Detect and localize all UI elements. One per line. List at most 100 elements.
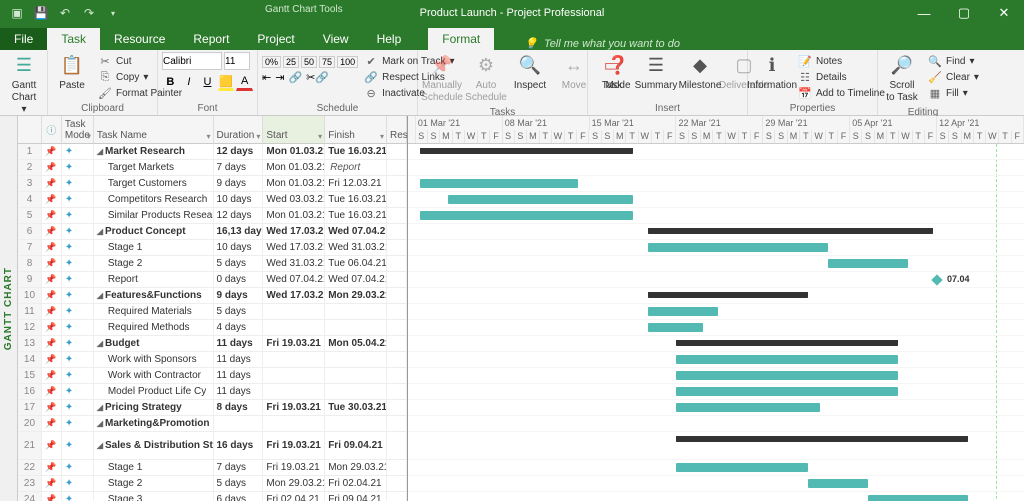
- summary-button[interactable]: ☰Summary: [636, 52, 676, 94]
- table-row[interactable]: 16📌✦Model Product Life Cy11 days: [18, 384, 407, 400]
- auto-schedule-button[interactable]: ⚙AutoSchedule: [466, 52, 506, 106]
- col-duration[interactable]: Duration: [214, 116, 264, 144]
- task-bar[interactable]: [808, 479, 868, 488]
- timeline-body[interactable]: 07.0412.04: [408, 144, 1024, 501]
- gantt-row[interactable]: [408, 320, 1024, 336]
- pct75-button[interactable]: 75: [319, 56, 335, 68]
- pct50-button[interactable]: 50: [301, 56, 317, 68]
- find-button[interactable]: 🔍Find ▾: [926, 54, 981, 69]
- clear-button[interactable]: 🧹Clear ▾: [926, 70, 981, 85]
- pct0-button[interactable]: 0%: [262, 56, 281, 68]
- gantt-row[interactable]: [408, 460, 1024, 476]
- table-row[interactable]: 23📌✦Stage 25 daysMon 29.03.21Fri 02.04.2…: [18, 476, 407, 492]
- pct100-button[interactable]: 100: [337, 56, 358, 68]
- pct25-button[interactable]: 25: [283, 56, 299, 68]
- gantt-row[interactable]: [408, 368, 1024, 384]
- tab-format[interactable]: Format: [428, 26, 494, 50]
- tab-report[interactable]: Report: [179, 28, 243, 50]
- details-button[interactable]: ☷Details: [796, 70, 887, 85]
- gantt-row[interactable]: [408, 476, 1024, 492]
- table-row[interactable]: 17📌✦◢Pricing Strategy8 daysFri 19.03.21T…: [18, 400, 407, 416]
- table-row[interactable]: 9📌✦Report0 daysWed 07.04.21Wed 07.04.21: [18, 272, 407, 288]
- notes-button[interactable]: 📝Notes: [796, 54, 887, 69]
- task-bar[interactable]: [420, 211, 633, 220]
- task-bar[interactable]: [676, 371, 898, 380]
- gantt-row[interactable]: [408, 336, 1024, 352]
- bold-button[interactable]: B: [162, 73, 179, 91]
- minimize-button[interactable]: —: [904, 0, 944, 26]
- task-bar[interactable]: [676, 355, 898, 364]
- gantt-row[interactable]: [408, 400, 1024, 416]
- move-button[interactable]: ↔Move: [554, 52, 594, 94]
- summary-bar[interactable]: [648, 292, 808, 298]
- table-row[interactable]: 14📌✦Work with Sponsors11 days: [18, 352, 407, 368]
- gantt-row[interactable]: [408, 304, 1024, 320]
- summary-bar[interactable]: [420, 148, 633, 154]
- table-row[interactable]: 3📌✦Target Customers9 daysMon 01.03.21Fri…: [18, 176, 407, 192]
- summary-bar[interactable]: [676, 340, 898, 346]
- gantt-row[interactable]: [408, 208, 1024, 224]
- tab-task[interactable]: Task: [47, 26, 100, 50]
- bg-color-button[interactable]: 🟨: [218, 73, 235, 91]
- gantt-row[interactable]: [408, 384, 1024, 400]
- gantt-row[interactable]: [408, 288, 1024, 304]
- tab-resource[interactable]: Resource: [100, 28, 179, 50]
- gantt-timeline[interactable]: 01 Mar '2108 Mar '2115 Mar '2122 Mar '21…: [408, 116, 1024, 501]
- italic-button[interactable]: I: [181, 73, 198, 91]
- font-size-select[interactable]: [224, 52, 250, 70]
- task-bar[interactable]: [648, 323, 703, 332]
- tell-me-search[interactable]: 💡 Tell me what you want to do: [524, 37, 680, 50]
- gantt-row[interactable]: [408, 224, 1024, 240]
- table-row[interactable]: 22📌✦Stage 17 daysFri 19.03.21Mon 29.03.2…: [18, 460, 407, 476]
- col-rownum[interactable]: [18, 116, 42, 144]
- task-bar[interactable]: [648, 307, 718, 316]
- inspect-button[interactable]: 🔍Inspect: [510, 52, 550, 94]
- col-finish[interactable]: Finish: [325, 116, 387, 144]
- fill-button[interactable]: ▦Fill ▾: [926, 86, 981, 101]
- task-bar[interactable]: [420, 179, 578, 188]
- tab-project[interactable]: Project: [243, 28, 308, 50]
- table-row[interactable]: 4📌✦Competitors Research10 daysWed 03.03.…: [18, 192, 407, 208]
- manual-schedule-button[interactable]: 📌ManuallySchedule: [422, 52, 462, 106]
- paste-button[interactable]: 📋Paste: [52, 52, 92, 94]
- insert-task-button[interactable]: ▭Task: [592, 52, 632, 94]
- gantt-row[interactable]: [408, 416, 1024, 432]
- col-resource[interactable]: Res: [387, 116, 407, 144]
- table-row[interactable]: 11📌✦Required Materials5 days: [18, 304, 407, 320]
- task-bar[interactable]: [676, 403, 820, 412]
- table-row[interactable]: 1📌✦◢Market Research12 daysMon 01.03.21Tu…: [18, 144, 407, 160]
- gantt-row[interactable]: [408, 240, 1024, 256]
- gantt-row[interactable]: [408, 256, 1024, 272]
- table-row[interactable]: 7📌✦Stage 110 daysWed 17.03.21Wed 31.03.2…: [18, 240, 407, 256]
- gantt-row[interactable]: [408, 144, 1024, 160]
- deliverable-button[interactable]: ▢Deliverable: [724, 52, 764, 94]
- link-button[interactable]: 🔗: [288, 71, 302, 84]
- task-bar[interactable]: [676, 387, 898, 396]
- gantt-row[interactable]: [408, 492, 1024, 501]
- tab-view[interactable]: View: [309, 28, 363, 50]
- table-row[interactable]: 21📌✦◢Sales & Distribution Strategy16 day…: [18, 432, 407, 460]
- table-row[interactable]: 15📌✦Work with Contractor11 days: [18, 368, 407, 384]
- milestone-marker[interactable]: [931, 274, 942, 285]
- scroll-to-task-button[interactable]: 🔎Scrollto Task: [882, 52, 922, 106]
- qat-more-icon[interactable]: ▾: [104, 4, 122, 22]
- undo-icon[interactable]: ↶: [56, 4, 74, 22]
- font-family-select[interactable]: [162, 52, 222, 70]
- task-bar[interactable]: [828, 259, 908, 268]
- gantt-row[interactable]: [408, 176, 1024, 192]
- gantt-row[interactable]: [408, 352, 1024, 368]
- table-row[interactable]: 10📌✦◢Features&Functions9 daysWed 17.03.2…: [18, 288, 407, 304]
- tab-file[interactable]: File: [0, 28, 47, 50]
- outdent-button[interactable]: ⇤: [262, 71, 271, 84]
- task-bar[interactable]: [676, 463, 808, 472]
- maximize-button[interactable]: ▢: [944, 0, 984, 26]
- col-task-name[interactable]: Task Name: [94, 116, 214, 144]
- table-row[interactable]: 6📌✦◢Product Concept16,13 daysWed 17.03.2…: [18, 224, 407, 240]
- col-start[interactable]: Start: [263, 116, 325, 144]
- redo-icon[interactable]: ↷: [80, 4, 98, 22]
- gantt-row[interactable]: [408, 160, 1024, 176]
- table-row[interactable]: 5📌✦Similar Products Researc12 daysMon 01…: [18, 208, 407, 224]
- table-row[interactable]: 2📌✦Target Markets7 daysMon 01.03.21Repor…: [18, 160, 407, 176]
- table-row[interactable]: 20📌✦◢Marketing&Promotion: [18, 416, 407, 432]
- gantt-row[interactable]: [408, 432, 1024, 460]
